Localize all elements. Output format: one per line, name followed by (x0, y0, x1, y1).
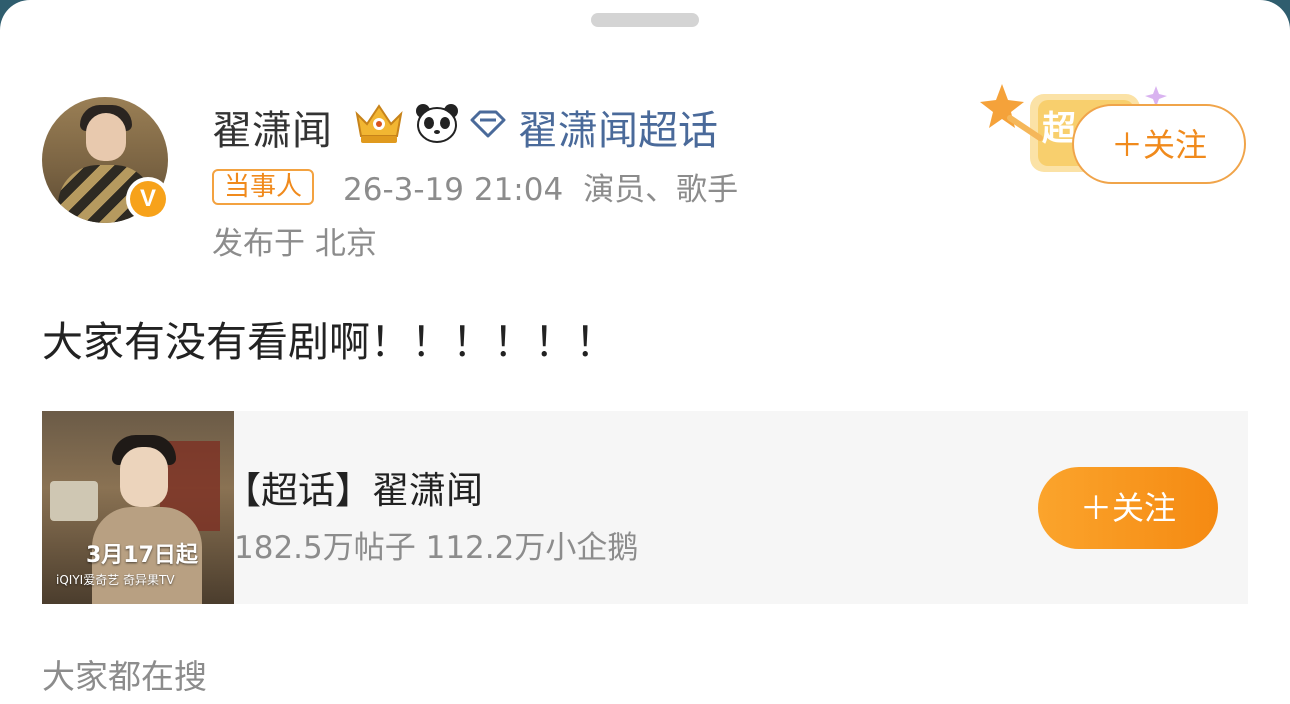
post-meta: 26-3-19 21:04 演员、歌手 (343, 164, 738, 209)
supertopic-card-title[interactable]: 【超话】翟潇闻 (224, 460, 483, 514)
poster-date: 3月17日起 (86, 543, 198, 568)
panda-icon[interactable] (414, 102, 460, 144)
post-timestamp: 26-3-19 21:04 (343, 172, 564, 208)
supertopic-link[interactable]: 翟潇闻超话 (518, 98, 718, 156)
sheet-grab-handle[interactable] (591, 13, 699, 27)
verified-badge-icon: V (126, 177, 170, 221)
poster-brand: iQIYI爱奇艺 奇异果TV (56, 573, 175, 587)
post-location: 发布于 北京 (212, 226, 377, 262)
username[interactable]: 翟潇闻 (212, 98, 332, 156)
verified-badge-letter: V (130, 181, 166, 217)
trending-search-heading: 大家都在搜 (42, 657, 207, 696)
user-occupation: 演员、歌手 (583, 172, 739, 208)
supertopic-card-stats: 182.5万帖子 112.2万小企鹅 (234, 530, 639, 566)
party-tag: 当事人 (212, 169, 315, 205)
post-body-text: 大家有没有看剧啊！！！！！！ (42, 318, 616, 366)
diamond-icon[interactable] (468, 108, 508, 140)
crown-icon[interactable] (352, 100, 406, 146)
supertopic-poster-image[interactable]: 3月17日起 iQIYI爱奇艺 奇异果TV (42, 411, 234, 604)
supertopic-follow-button[interactable]: ＋关注 (1038, 467, 1218, 549)
post-detail-sheet: V 翟潇闻 翟潇闻超话 当事人 26-3-19 21:04 演员、歌手 发布于 北… (0, 0, 1290, 704)
avatar-face (86, 113, 126, 161)
follow-button[interactable]: ＋关注 (1072, 104, 1246, 184)
